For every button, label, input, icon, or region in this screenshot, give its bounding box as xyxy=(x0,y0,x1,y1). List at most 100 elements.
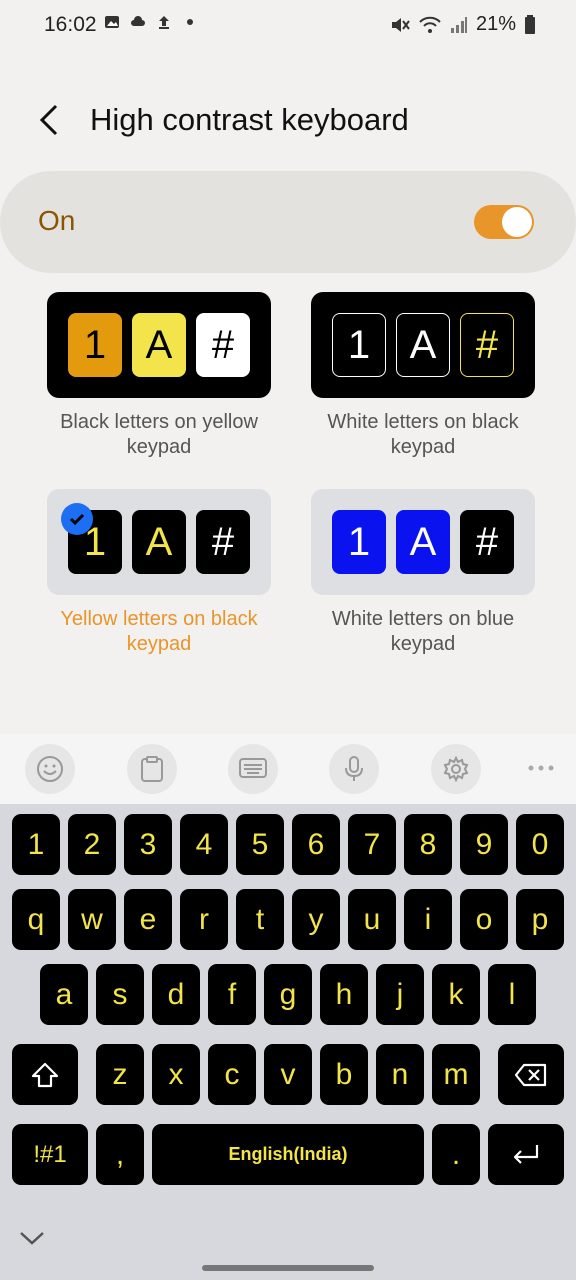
selected-check-icon xyxy=(61,503,93,535)
shift-key[interactable] xyxy=(12,1044,78,1105)
preview-key-a: A xyxy=(132,510,186,574)
key-v[interactable]: v xyxy=(264,1044,312,1105)
preview-key-a: A xyxy=(132,313,186,377)
wifi-icon xyxy=(419,16,441,33)
status-time: 16:02 xyxy=(44,13,97,36)
option-caption: Black letters on yellow keypad xyxy=(60,411,258,458)
keyboard-settings-button[interactable] xyxy=(431,744,481,794)
master-toggle-row[interactable]: On xyxy=(0,171,576,273)
key-r[interactable]: r xyxy=(180,889,228,950)
key-m[interactable]: m xyxy=(432,1044,480,1105)
gallery-icon xyxy=(105,16,119,28)
preview-key-a: A xyxy=(396,313,450,377)
key-x[interactable]: x xyxy=(152,1044,200,1105)
preview-key-hash: # xyxy=(460,510,514,574)
preview-key-hash: # xyxy=(196,313,250,377)
option-yellow-on-black[interactable]: 1 A # Yellow letters on black keypad xyxy=(47,489,271,657)
key-b[interactable]: b xyxy=(320,1044,368,1105)
key-c[interactable]: c xyxy=(208,1044,256,1105)
voice-input-button[interactable] xyxy=(329,744,379,794)
hide-keyboard-icon[interactable] xyxy=(18,1228,46,1248)
app-header: High contrast keyboard xyxy=(0,88,576,154)
key-1[interactable]: 1 xyxy=(12,814,60,875)
key-u[interactable]: u xyxy=(348,889,396,950)
cloud-icon xyxy=(131,16,145,26)
toggle-label: On xyxy=(38,205,76,236)
home-gesture-bar[interactable] xyxy=(202,1265,374,1271)
key-5[interactable]: 5 xyxy=(236,814,284,875)
key-0[interactable]: 0 xyxy=(516,814,564,875)
enter-key[interactable] xyxy=(488,1124,564,1185)
signal-icon xyxy=(450,16,467,33)
upload-icon xyxy=(159,16,169,29)
preview-yellow-on-black[interactable]: 1 A # xyxy=(47,489,271,595)
option-white-on-black[interactable]: 1 A # White letters on black keypad xyxy=(311,292,535,460)
key-k[interactable]: k xyxy=(432,964,480,1025)
space-key[interactable]: English(India) xyxy=(152,1124,424,1185)
key-l[interactable]: l xyxy=(488,964,536,1025)
key-z[interactable]: z xyxy=(96,1044,144,1105)
option-black-on-yellow[interactable]: 1 A # Black letters on yellow keypad xyxy=(47,292,271,460)
back-arrow-icon[interactable] xyxy=(34,100,68,140)
clipboard-button[interactable] xyxy=(127,744,177,794)
period-key[interactable]: . xyxy=(432,1124,480,1185)
key-9[interactable]: 9 xyxy=(460,814,508,875)
symbols-key[interactable]: !#1 xyxy=(12,1124,88,1185)
key-g[interactable]: g xyxy=(264,964,312,1025)
dot-icon xyxy=(187,19,193,25)
page-title: High contrast keyboard xyxy=(90,102,409,137)
key-w[interactable]: w xyxy=(68,889,116,950)
key-n[interactable]: n xyxy=(376,1044,424,1105)
more-icon[interactable] xyxy=(527,764,555,772)
keyboard-icon xyxy=(239,758,267,778)
preview-key-a: A xyxy=(396,510,450,574)
key-h[interactable]: h xyxy=(320,964,368,1025)
key-s[interactable]: s xyxy=(96,964,144,1025)
option-white-on-blue[interactable]: 1 A # White letters on blue keypad xyxy=(311,489,535,657)
option-caption: White letters on black keypad xyxy=(327,411,519,458)
battery-percent: 21% xyxy=(475,13,516,35)
preview-black-on-yellow[interactable]: 1 A # xyxy=(47,292,271,398)
key-2[interactable]: 2 xyxy=(68,814,116,875)
microphone-icon xyxy=(345,756,363,781)
high-contrast-keyboard: 1 2 3 4 5 6 7 8 9 0 q w e r t y u i o p … xyxy=(0,804,576,1280)
key-o[interactable]: o xyxy=(460,889,508,950)
notification-icons xyxy=(104,14,198,30)
key-i[interactable]: i xyxy=(404,889,452,950)
preview-white-on-blue[interactable]: 1 A # xyxy=(311,489,535,595)
status-right: 21% xyxy=(390,13,536,36)
key-7[interactable]: 7 xyxy=(348,814,396,875)
key-p[interactable]: p xyxy=(516,889,564,950)
option-caption-selected: Yellow letters on black keypad xyxy=(60,608,258,655)
keyboard-toolbar xyxy=(0,734,576,804)
preview-key-hash: # xyxy=(196,510,250,574)
settings-icon xyxy=(443,755,469,783)
key-q[interactable]: q xyxy=(12,889,60,950)
battery-icon xyxy=(525,14,535,34)
key-j[interactable]: j xyxy=(376,964,424,1025)
preview-white-on-black[interactable]: 1 A # xyxy=(311,292,535,398)
preview-key-1: 1 xyxy=(332,313,386,377)
status-bar: 16:02 21% xyxy=(0,0,576,52)
mute-icon xyxy=(391,17,410,32)
key-y[interactable]: y xyxy=(292,889,340,950)
emoji-icon xyxy=(37,756,63,782)
key-f[interactable]: f xyxy=(208,964,256,1025)
shift-icon xyxy=(31,1062,59,1087)
emoji-button[interactable] xyxy=(25,744,75,794)
clipboard-icon xyxy=(141,756,163,782)
key-3[interactable]: 3 xyxy=(124,814,172,875)
master-switch[interactable] xyxy=(474,205,534,239)
comma-key[interactable]: , xyxy=(96,1124,144,1185)
preview-key-hash: # xyxy=(460,313,514,377)
key-d[interactable]: d xyxy=(152,964,200,1025)
key-6[interactable]: 6 xyxy=(292,814,340,875)
key-e[interactable]: e xyxy=(124,889,172,950)
key-8[interactable]: 8 xyxy=(404,814,452,875)
keyboard-mode-button[interactable] xyxy=(228,744,278,794)
key-a[interactable]: a xyxy=(40,964,88,1025)
backspace-icon xyxy=(514,1063,547,1086)
backspace-key[interactable] xyxy=(498,1044,564,1105)
key-t[interactable]: t xyxy=(236,889,284,950)
key-4[interactable]: 4 xyxy=(180,814,228,875)
